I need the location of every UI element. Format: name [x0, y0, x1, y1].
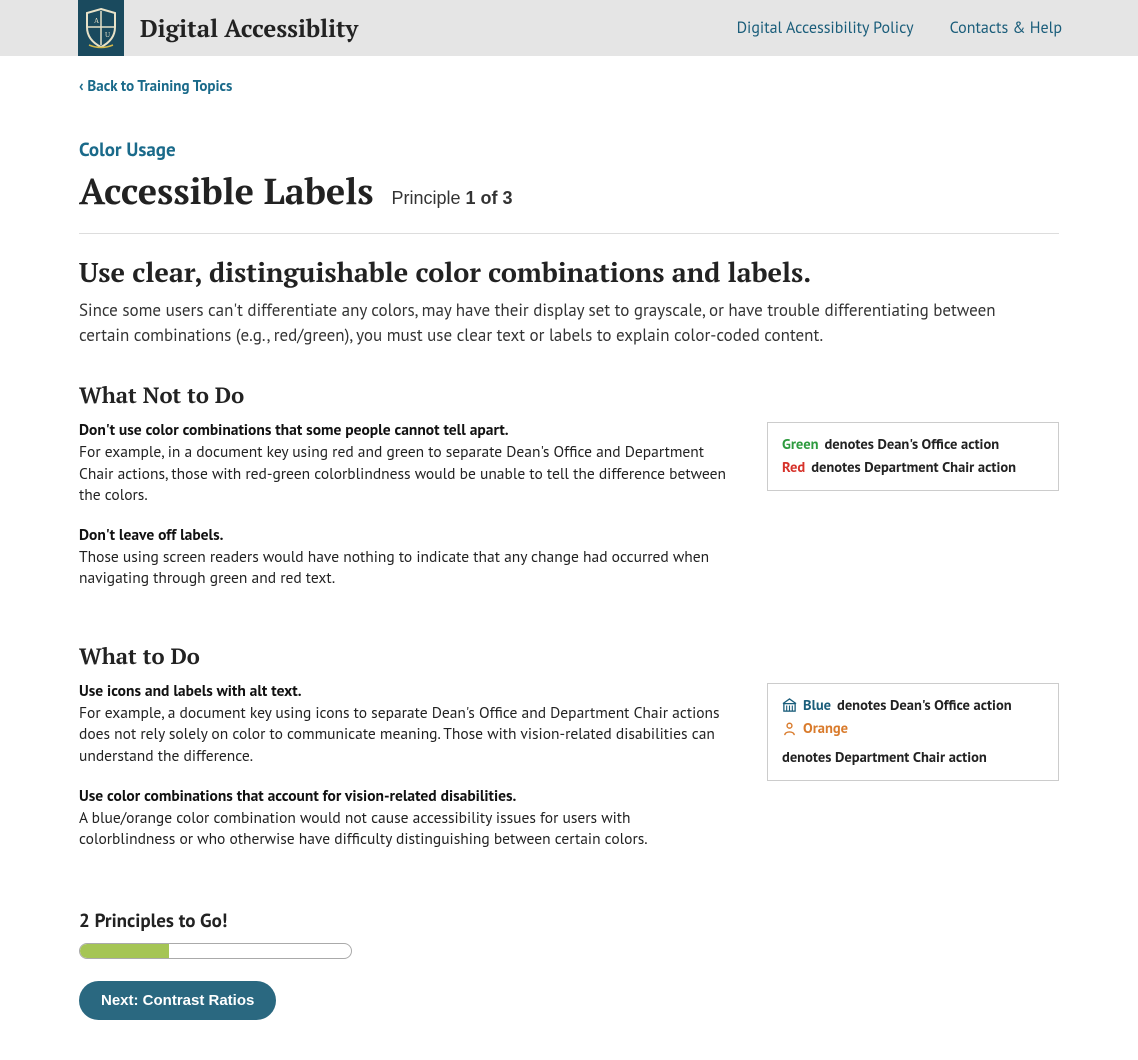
- what-to-p1-body: For example, a document key using icons …: [79, 703, 720, 766]
- back-link[interactable]: ‹ Back to Training Topics: [79, 77, 232, 96]
- bad-red-label: Red: [782, 456, 805, 479]
- bad-example-line2: Red denotes Department Chair action: [782, 456, 1044, 479]
- topbar: A U Digital Accessiblity Digital Accessi…: [0, 0, 1138, 56]
- progress-bar: [79, 943, 352, 959]
- principle-prefix: Principle: [391, 188, 465, 208]
- divider: [79, 233, 1059, 234]
- what-to-text: Use icons and labels with alt text. For …: [79, 681, 727, 869]
- nav-policy-link[interactable]: Digital Accessibility Policy: [737, 18, 914, 38]
- what-to-p2-body: A blue/orange color combination would no…: [79, 808, 648, 850]
- brand: A U Digital Accessiblity: [78, 0, 358, 56]
- good-example-col: Blue denotes Dean's Office action Orange…: [767, 681, 1059, 781]
- bad-example-line1: Green denotes Dean's Office action: [782, 433, 1044, 456]
- bad-example-box: Green denotes Dean's Office action Red d…: [767, 422, 1059, 490]
- nav-contacts-link[interactable]: Contacts & Help: [950, 18, 1062, 38]
- good-line2-text: denotes Department Chair action: [782, 746, 987, 769]
- what-to-p1-bold: Use icons and labels with alt text.: [79, 681, 302, 701]
- good-example-line1: Blue denotes Dean's Office action: [782, 694, 1044, 717]
- what-not-heading: What Not to Do: [79, 381, 1059, 410]
- what-to-row: Use icons and labels with alt text. For …: [79, 681, 1059, 869]
- what-not-p1-body: For example, in a document key using red…: [79, 442, 726, 505]
- what-not-text: Don't use color combinations that some p…: [79, 420, 727, 608]
- what-to-p2: Use color combinations that account for …: [79, 786, 727, 851]
- principle-meta: Principle 1 of 3: [391, 188, 512, 209]
- top-nav: Digital Accessibility Policy Contacts & …: [737, 18, 1062, 38]
- good-orange-label: Orange: [803, 717, 848, 740]
- brand-title: Digital Accessiblity: [140, 12, 358, 44]
- page-content: ‹ Back to Training Topics Color Usage Ac…: [79, 56, 1059, 1060]
- progress-label: 2 Principles to Go!: [79, 909, 1059, 933]
- logo-badge: A U: [78, 0, 124, 56]
- good-example-box: Blue denotes Dean's Office action Orange…: [767, 683, 1059, 781]
- title-text: Accessible Labels: [79, 168, 373, 215]
- what-not-p2-bold: Don't leave off labels.: [79, 525, 223, 545]
- next-button[interactable]: Next: Contrast Ratios: [79, 981, 276, 1020]
- what-not-row: Don't use color combinations that some p…: [79, 420, 1059, 608]
- what-to-p1: Use icons and labels with alt text. For …: [79, 681, 727, 768]
- subhead: Use clear, distinguishable color combina…: [79, 254, 1059, 290]
- what-to-heading: What to Do: [79, 642, 1059, 671]
- what-not-p2: Don't leave off labels. Those using scre…: [79, 525, 727, 590]
- building-icon: [782, 698, 797, 713]
- what-to-p2-bold: Use color combinations that account for …: [79, 786, 516, 806]
- what-not-p1-bold: Don't use color combinations that some p…: [79, 420, 509, 440]
- bad-line1-text: denotes Dean's Office action: [824, 433, 999, 456]
- svg-text:U: U: [105, 31, 110, 39]
- what-not-p2-body: Those using screen readers would have no…: [79, 547, 709, 589]
- good-blue-label: Blue: [803, 694, 831, 717]
- bad-green-label: Green: [782, 433, 818, 456]
- progress-fill: [80, 944, 169, 958]
- page-title: Accessible Labels Principle 1 of 3: [79, 168, 1059, 215]
- person-icon: [782, 721, 797, 736]
- intro-text: Since some users can't differentiate any…: [79, 298, 999, 347]
- bad-line2-text: denotes Department Chair action: [811, 456, 1016, 479]
- svg-text:A: A: [94, 17, 99, 25]
- principle-position: 1 of 3: [466, 188, 513, 208]
- good-example-line2: Orange denotes Department Chair action: [782, 717, 1044, 769]
- section-label: Color Usage: [79, 138, 1059, 162]
- good-line1-text: denotes Dean's Office action: [837, 694, 1012, 717]
- what-not-p1: Don't use color combinations that some p…: [79, 420, 727, 507]
- bad-example-col: Green denotes Dean's Office action Red d…: [767, 420, 1059, 490]
- shield-icon: A U: [83, 7, 119, 49]
